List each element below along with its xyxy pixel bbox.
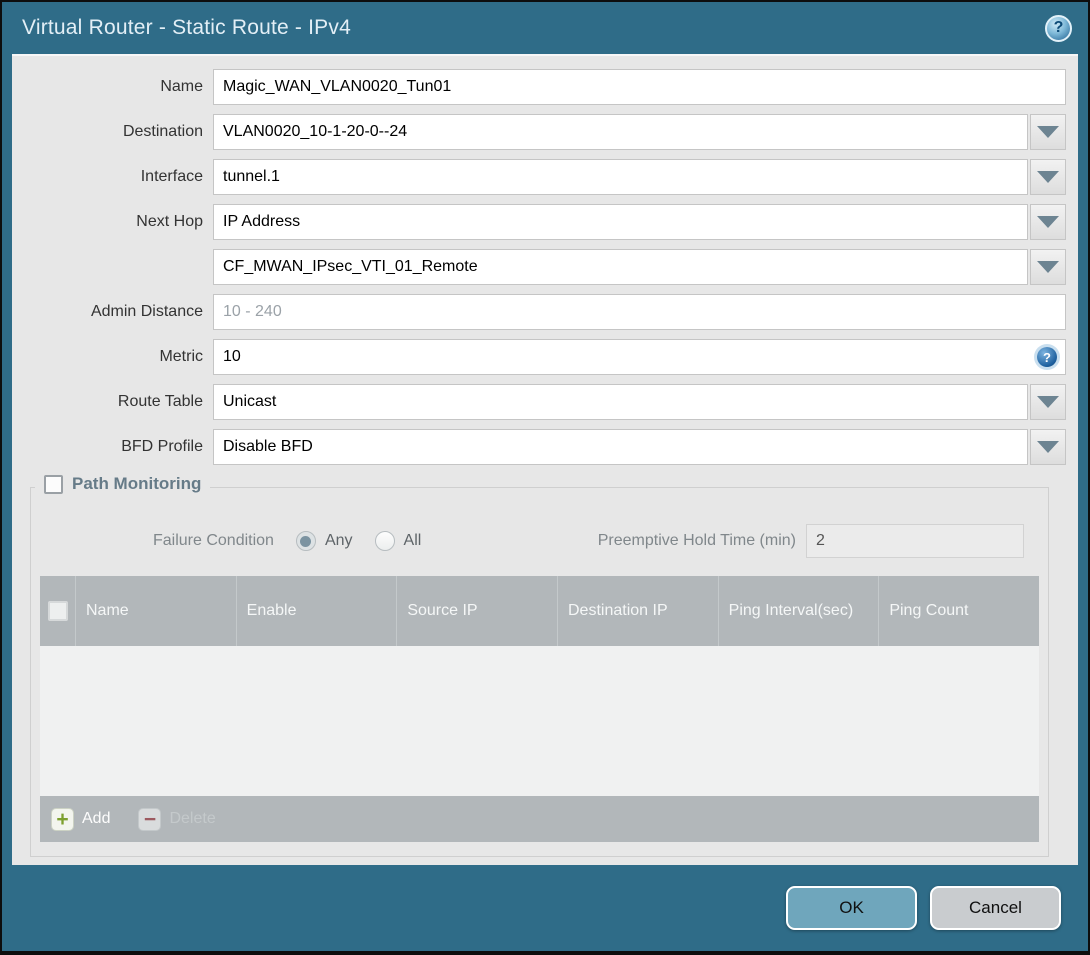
metric-field: ? (213, 339, 1066, 375)
dialog-footer: OK Cancel (2, 865, 1088, 951)
interface-field (213, 159, 1066, 195)
failure-condition-all-radio[interactable] (374, 531, 395, 551)
delete-button-label: Delete (169, 810, 216, 827)
chevron-down-icon (1037, 126, 1059, 138)
next-hop-label: Next Hop (136, 213, 203, 230)
table-header-enable: Enable (235, 576, 397, 646)
path-monitoring-options-row: Failure Condition Any All Preemptive Hol… (39, 518, 1040, 576)
select-all-checkbox[interactable] (47, 601, 68, 621)
preemptive-hold-time-label: Preemptive Hold Time (min) (597, 532, 796, 549)
interface-dropdown-button[interactable] (1030, 159, 1066, 195)
destination-input[interactable] (213, 114, 1028, 150)
table-header-row: Name Enable Source IP Destination IP Pin… (40, 576, 1039, 646)
chevron-down-icon (1037, 216, 1059, 228)
interface-row: Interface (12, 159, 1066, 195)
dialog-titlebar: Virtual Router - Static Route - IPv4 ? (2, 2, 1088, 54)
admin-distance-label: Admin Distance (90, 303, 203, 320)
bfd-profile-label: BFD Profile (121, 438, 203, 455)
dialog-title: Virtual Router - Static Route - IPv4 (22, 16, 351, 39)
dialog-content: Name Destination Interface (12, 54, 1078, 865)
route-table-label: Route Table (117, 393, 203, 410)
next-hop-field (213, 204, 1066, 240)
failure-condition-any-label: Any (324, 532, 353, 549)
route-table-field (213, 384, 1066, 420)
failure-condition-label: Failure Condition (153, 532, 274, 549)
name-label: Name (160, 78, 203, 95)
ok-button[interactable]: OK (786, 886, 917, 930)
bfd-profile-field (213, 429, 1066, 465)
chevron-down-icon (1037, 261, 1059, 273)
next-hop-row: Next Hop (12, 204, 1066, 240)
bfd-profile-row: BFD Profile (12, 429, 1066, 465)
failure-condition-all-label: All (403, 532, 422, 549)
next-hop-type-input[interactable] (213, 204, 1028, 240)
destination-field (213, 114, 1066, 150)
next-hop-dropdown-button[interactable] (1030, 204, 1066, 240)
table-header-name: Name (75, 576, 236, 646)
interface-input[interactable] (213, 159, 1028, 195)
cancel-button[interactable]: Cancel (930, 886, 1061, 930)
path-monitoring-table: Name Enable Source IP Destination IP Pin… (40, 576, 1039, 842)
destination-label: Destination (122, 123, 203, 140)
chevron-down-icon (1037, 441, 1059, 453)
bfd-profile-input[interactable] (213, 429, 1028, 465)
next-hop-address-dropdown-button[interactable] (1030, 249, 1066, 285)
delete-button[interactable]: − Delete (138, 807, 216, 831)
static-route-dialog: Virtual Router - Static Route - IPv4 ? N… (0, 0, 1090, 955)
metric-row: Metric ? (12, 339, 1066, 375)
destination-row: Destination (12, 114, 1066, 150)
bfd-profile-dropdown-button[interactable] (1030, 429, 1066, 465)
add-button[interactable]: + Add (51, 807, 111, 831)
path-monitoring-section: Path Monitoring Failure Condition Any Al… (30, 474, 1049, 857)
metric-input[interactable] (213, 339, 1066, 375)
name-input[interactable] (213, 69, 1066, 105)
table-header-ping-interval: Ping Interval(sec) (717, 576, 879, 646)
interface-label: Interface (140, 168, 203, 185)
name-row: Name (12, 69, 1066, 105)
admin-distance-row: Admin Distance (12, 294, 1066, 330)
preemptive-hold-time-input[interactable] (806, 524, 1024, 558)
destination-dropdown-button[interactable] (1030, 114, 1066, 150)
table-body (40, 646, 1039, 796)
table-toolbar: + Add − Delete (40, 796, 1039, 842)
table-header-destination-ip: Destination IP (557, 576, 718, 646)
path-monitoring-checkbox[interactable] (44, 474, 63, 494)
metric-label: Metric (159, 348, 203, 365)
path-monitoring-title: Path Monitoring (72, 474, 202, 493)
chevron-down-icon (1037, 396, 1059, 408)
next-hop-address-input[interactable] (213, 249, 1028, 285)
table-header-source-ip: Source IP (396, 576, 557, 646)
metric-help-icon: ? (1037, 347, 1057, 367)
next-hop-address-row (12, 249, 1066, 285)
add-icon: + (51, 807, 74, 831)
admin-distance-field (213, 294, 1066, 330)
route-table-row: Route Table (12, 384, 1066, 420)
route-table-dropdown-button[interactable] (1030, 384, 1066, 420)
table-header-ping-count: Ping Count (878, 576, 1039, 646)
next-hop-address-field (213, 249, 1066, 285)
route-table-input[interactable] (213, 384, 1028, 420)
path-monitoring-legend: Path Monitoring (35, 474, 211, 494)
name-field (213, 69, 1066, 105)
admin-distance-input[interactable] (213, 294, 1066, 330)
add-button-label: Add (82, 810, 111, 827)
delete-icon: − (138, 807, 162, 831)
failure-condition-radio-group: Any All (274, 531, 421, 551)
help-icon[interactable]: ? (1045, 14, 1072, 42)
chevron-down-icon (1037, 171, 1059, 183)
table-header-select (40, 576, 75, 646)
failure-condition-any-radio[interactable] (295, 531, 316, 551)
